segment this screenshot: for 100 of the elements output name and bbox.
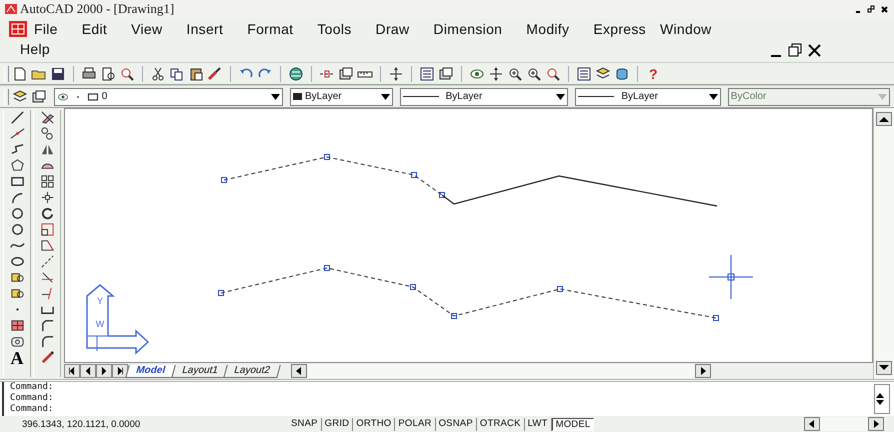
command-prompt: Command: — [10, 382, 54, 393]
dropdown-arrow-icon[interactable] — [270, 94, 280, 100]
layer-dropdown[interactable]: 0 — [54, 88, 283, 106]
dropdown-arrow-icon[interactable] — [380, 94, 390, 100]
new-file-icon[interactable] — [12, 66, 28, 82]
scroll-right-icon[interactable] — [695, 364, 712, 378]
linetype-dropdown[interactable]: ByLayer — [400, 88, 568, 106]
menu-item[interactable]: Edit — [70, 20, 120, 38]
dropdown-value: ByLayer — [446, 91, 482, 102]
status-toggle[interactable]: OSNAP — [436, 418, 477, 430]
status-toggle[interactable]: ORTHO — [353, 418, 396, 430]
status-toggle[interactable]: MODEL — [552, 418, 594, 430]
restore-icon[interactable] — [787, 42, 804, 59]
layers-icon[interactable] — [12, 88, 28, 104]
tab-scroll-left-icon[interactable] — [80, 364, 96, 378]
scissors-icon[interactable] — [150, 66, 166, 82]
layers-icon[interactable] — [595, 66, 611, 82]
menu-item[interactable]: View — [119, 20, 174, 38]
line-sample-icon — [578, 96, 614, 97]
polyline-icon[interactable] — [10, 142, 24, 157]
scroll-right-icon[interactable] — [868, 417, 884, 431]
globe-icon[interactable] — [288, 66, 304, 82]
database-icon[interactable] — [614, 66, 630, 82]
line-icon[interactable] — [10, 110, 24, 125]
command-horizontal-scrollbar[interactable] — [804, 417, 884, 431]
rotate-icon[interactable] — [40, 206, 54, 221]
menu-item[interactable]: Express — [581, 20, 658, 38]
menu-item[interactable]: Insert — [174, 20, 236, 38]
dropdown-value: ByLayer — [304, 91, 342, 102]
window-stack-icon[interactable] — [438, 66, 454, 82]
help-button[interactable]: ? — [645, 66, 662, 82]
move-icon[interactable] — [40, 190, 54, 205]
array-icon[interactable] — [40, 174, 54, 189]
status-toggle[interactable]: OTRACK — [476, 418, 525, 430]
circle-icon[interactable] — [10, 222, 24, 237]
menu-item[interactable]: File — [32, 20, 70, 38]
search-icon[interactable] — [545, 66, 561, 82]
close-icon[interactable] — [879, 4, 890, 14]
zoom-icon[interactable] — [507, 66, 523, 82]
menu-item[interactable]: Window — [658, 20, 740, 38]
command-prompt: Command: — [10, 393, 54, 404]
color-dropdown[interactable]: ByLayer — [290, 88, 393, 106]
eraser-icon[interactable] — [40, 110, 54, 125]
ellipse-icon[interactable] — [10, 254, 24, 269]
rectangle-icon[interactable] — [10, 174, 24, 189]
menu-item[interactable]: Help — [8, 40, 62, 58]
pan-icon[interactable] — [488, 66, 504, 82]
search-icon[interactable] — [119, 66, 135, 82]
properties-icon[interactable] — [576, 66, 592, 82]
brush-icon[interactable] — [207, 66, 223, 82]
dropdown-value: ByColor — [730, 91, 766, 102]
window-title: AutoCAD 2000 - [Drawing1] — [20, 1, 174, 17]
vertical-scrollbar[interactable] — [873, 108, 894, 379]
lineweight-dropdown[interactable]: ByLayer — [575, 88, 721, 106]
tab-scroll-right-icon[interactable] — [96, 364, 112, 378]
document-icon[interactable] — [8, 20, 28, 38]
layout-tab[interactable]: Model — [125, 364, 176, 378]
coordinates-display: 396.1343, 120.1121, 0.0000 — [21, 418, 142, 430]
copy-icon[interactable] — [169, 66, 185, 82]
tab-scroll-right-icon[interactable] — [112, 364, 128, 378]
ucs-icon: Y W — [86, 284, 150, 355]
color-swatch-icon — [292, 93, 302, 100]
circle-icon[interactable] — [10, 206, 24, 221]
dropdown-arrow-icon[interactable] — [708, 94, 718, 100]
close-icon[interactable] — [806, 42, 823, 59]
arc-icon[interactable] — [10, 190, 24, 205]
menu-item[interactable]: Draw — [364, 20, 422, 38]
eye-icon — [56, 90, 69, 102]
paste-icon[interactable] — [188, 66, 204, 82]
layout-tab[interactable]: Layout2 — [224, 364, 281, 378]
dropdown-arrow-icon[interactable] — [556, 94, 566, 100]
window-stack-icon[interactable] — [338, 66, 354, 82]
save-icon[interactable] — [50, 66, 66, 82]
command-scrollbar[interactable] — [874, 384, 890, 414]
app-icon — [4, 2, 18, 16]
text-tool-button[interactable]: A — [10, 350, 24, 366]
status-toggle[interactable]: POLAR — [395, 418, 436, 430]
line-sample-icon — [402, 96, 439, 97]
menu-item[interactable]: Dimension — [421, 20, 514, 38]
zoom-icon[interactable] — [526, 66, 542, 82]
horizontal-scrollbar[interactable] — [291, 364, 712, 378]
tab-scroll-left-icon[interactable] — [64, 364, 80, 378]
window-stack-icon[interactable] — [30, 88, 47, 104]
printer-icon[interactable] — [81, 66, 97, 82]
properties-icon[interactable] — [419, 66, 435, 82]
dropdown-value: ByLayer — [621, 91, 658, 102]
scroll-left-icon[interactable] — [804, 417, 820, 431]
scroll-up-icon[interactable] — [876, 112, 892, 126]
polygon-icon[interactable] — [10, 158, 24, 173]
status-toggle[interactable]: SNAP — [288, 418, 322, 430]
print-preview-icon[interactable] — [100, 66, 116, 82]
menu-item[interactable]: Modify — [514, 20, 582, 38]
restore-icon[interactable] — [866, 4, 877, 14]
scroll-left-icon[interactable] — [291, 364, 308, 378]
menu-item[interactable]: Tools — [305, 20, 364, 38]
status-toggle[interactable]: GRID — [322, 418, 354, 430]
menu-item[interactable]: Format — [235, 20, 306, 38]
command-prompt: Command: — [10, 404, 54, 415]
scroll-down-icon[interactable] — [876, 361, 892, 375]
pan-icon[interactable] — [388, 66, 404, 82]
